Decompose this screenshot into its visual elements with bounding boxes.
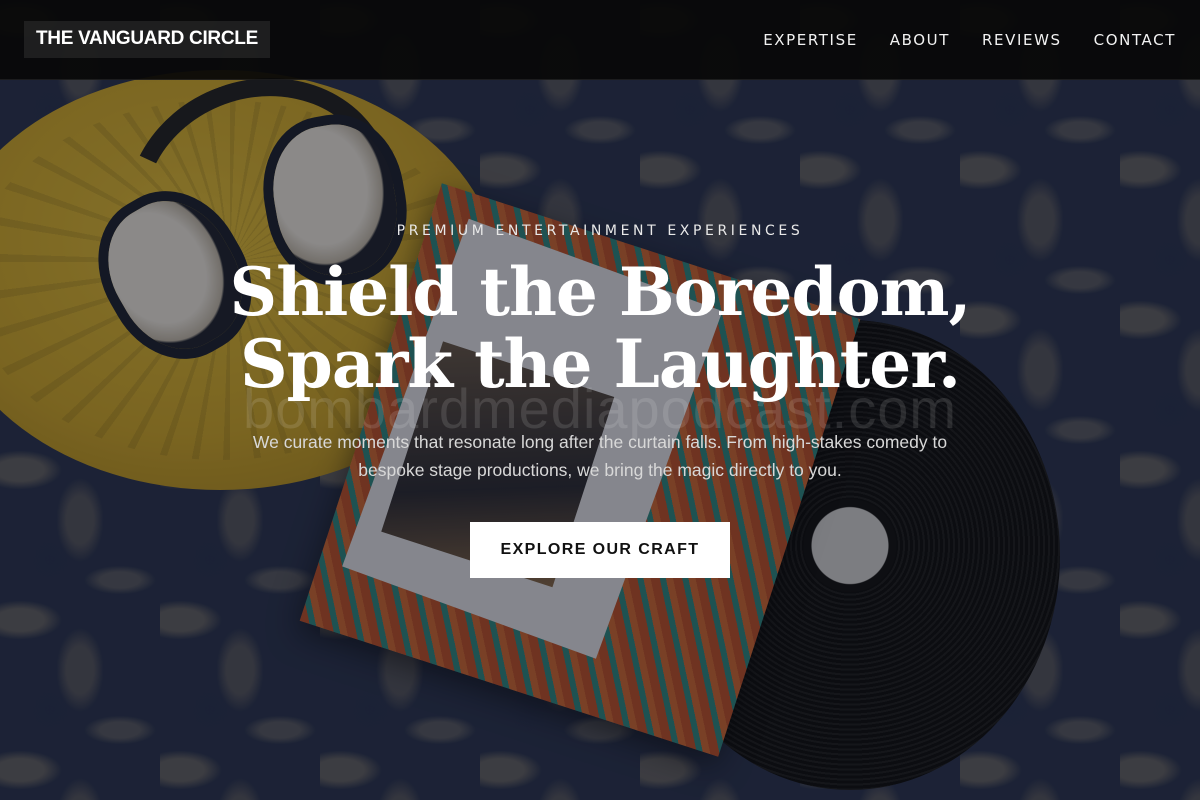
- nav-link-reviews[interactable]: REVIEWS: [982, 31, 1062, 49]
- hero-subtext: We curate moments that resonate long aft…: [252, 432, 948, 480]
- main-nav: EXPERTISE ABOUT REVIEWS CONTACT: [763, 31, 1176, 49]
- explore-our-craft-button[interactable]: EXPLORE OUR CRAFT: [470, 522, 730, 578]
- hero-eyebrow: PREMIUM ENTERTAINMENT EXPERIENCES: [396, 223, 804, 239]
- headline-line-1: Shield the Boredom,: [229, 253, 972, 331]
- brand-logo[interactable]: THE VANGUARD CIRCLE: [24, 21, 270, 58]
- site-header: THE VANGUARD CIRCLE EXPERTISE ABOUT REVI…: [0, 0, 1200, 80]
- nav-link-about[interactable]: ABOUT: [890, 31, 950, 49]
- hero-section: PREMIUM ENTERTAINMENT EXPERIENCES Shield…: [0, 80, 1200, 800]
- nav-link-expertise[interactable]: EXPERTISE: [763, 31, 858, 49]
- nav-link-contact[interactable]: CONTACT: [1094, 31, 1176, 49]
